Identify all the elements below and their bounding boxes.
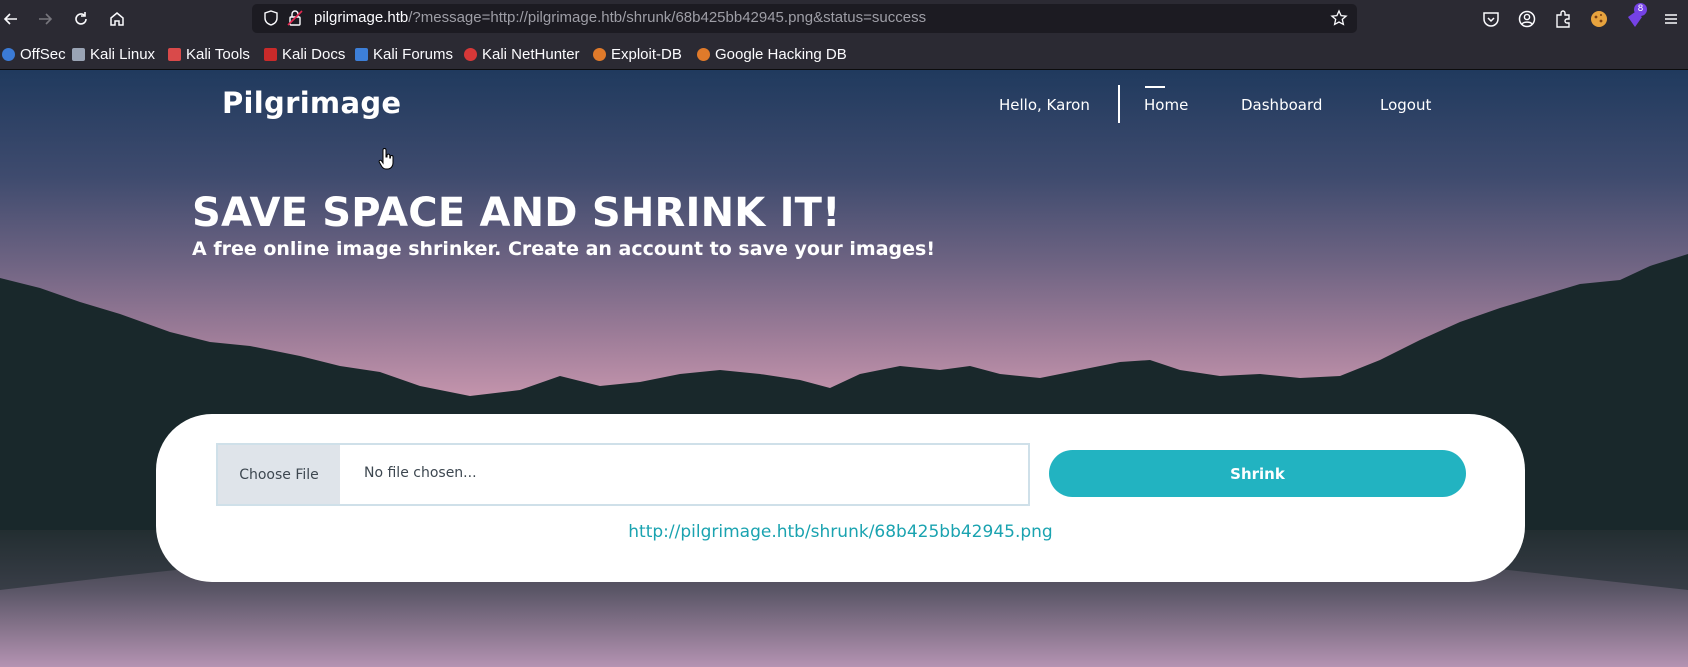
home-icon[interactable] (106, 8, 128, 30)
bookmark-kali-forums[interactable]: Kali Forums (355, 44, 453, 64)
cookie-extension-icon[interactable] (1589, 9, 1609, 29)
bookmark-kali-linux[interactable]: Kali Linux (72, 44, 155, 64)
hero-title: SAVE SPACE AND SHRINK IT! (192, 190, 841, 236)
nethunter-icon (464, 47, 477, 61)
bookmark-kali-docs[interactable]: Kali Docs (264, 44, 345, 64)
nav-dashboard[interactable]: Dashboard (1241, 96, 1322, 114)
url-text[interactable]: pilgrimage.htb/?message=http://pilgrimag… (314, 9, 926, 26)
choose-file-button[interactable]: Choose File (218, 445, 340, 504)
back-icon[interactable] (0, 8, 22, 30)
hand-cursor-icon (378, 148, 394, 170)
pocket-icon[interactable] (1481, 9, 1501, 29)
bookmark-offsec[interactable]: OffSec (2, 44, 66, 64)
file-status-text: No file chosen... (364, 465, 477, 481)
bookmark-google-hacking-db[interactable]: Google Hacking DB (697, 44, 847, 64)
kali-docs-icon (264, 47, 277, 61)
reload-icon[interactable] (70, 8, 92, 30)
account-icon[interactable] (1517, 9, 1537, 29)
bookmark-exploit-db[interactable]: Exploit-DB (593, 44, 682, 64)
address-bar[interactable]: pilgrimage.htb/?message=http://pilgrimag… (252, 4, 1357, 33)
user-greeting: Hello, Karon (999, 96, 1090, 114)
kali-tools-icon (168, 47, 181, 61)
page-viewport: Pilgrimage Hello, Karon Home Dashboard L… (0, 70, 1688, 667)
bookmark-kali-tools[interactable]: Kali Tools (168, 44, 250, 64)
ghdb-icon (697, 47, 710, 61)
nav-home[interactable]: Home (1144, 96, 1188, 114)
kali-forums-icon (355, 47, 368, 61)
file-input[interactable]: Choose File No file chosen... (216, 443, 1030, 506)
shrink-button[interactable]: Shrink (1049, 450, 1466, 497)
bookmark-kali-nethunter[interactable]: Kali NetHunter (464, 44, 580, 64)
insecure-lock-icon[interactable] (286, 9, 304, 27)
exploit-db-icon (593, 47, 606, 61)
browser-toolbar: pilgrimage.htb/?message=http://pilgrimag… (0, 0, 1688, 38)
extensions-icon[interactable] (1553, 9, 1573, 29)
site-logo[interactable]: Pilgrimage (222, 86, 401, 120)
hero-subtitle: A free online image shrinker. Create an … (192, 238, 935, 260)
active-nav-indicator (1145, 86, 1165, 88)
extension-badge: 8 (1634, 3, 1647, 16)
offsec-icon (2, 47, 15, 61)
upload-card: Choose File No file chosen... Shrink htt… (156, 414, 1525, 582)
menu-icon[interactable] (1661, 9, 1681, 29)
bookmark-star-icon[interactable] (1330, 9, 1348, 27)
shield-icon[interactable] (262, 9, 280, 27)
bookmarks-bar: OffSec Kali Linux Kali Tools Kali Docs K… (0, 38, 1688, 70)
forward-icon[interactable] (34, 8, 56, 30)
kali-dragon-icon (72, 47, 85, 61)
nav-logout[interactable]: Logout (1380, 96, 1431, 114)
nav-divider (1118, 85, 1120, 123)
shrunk-image-link[interactable]: http://pilgrimage.htb/shrunk/68b425bb429… (156, 522, 1525, 542)
